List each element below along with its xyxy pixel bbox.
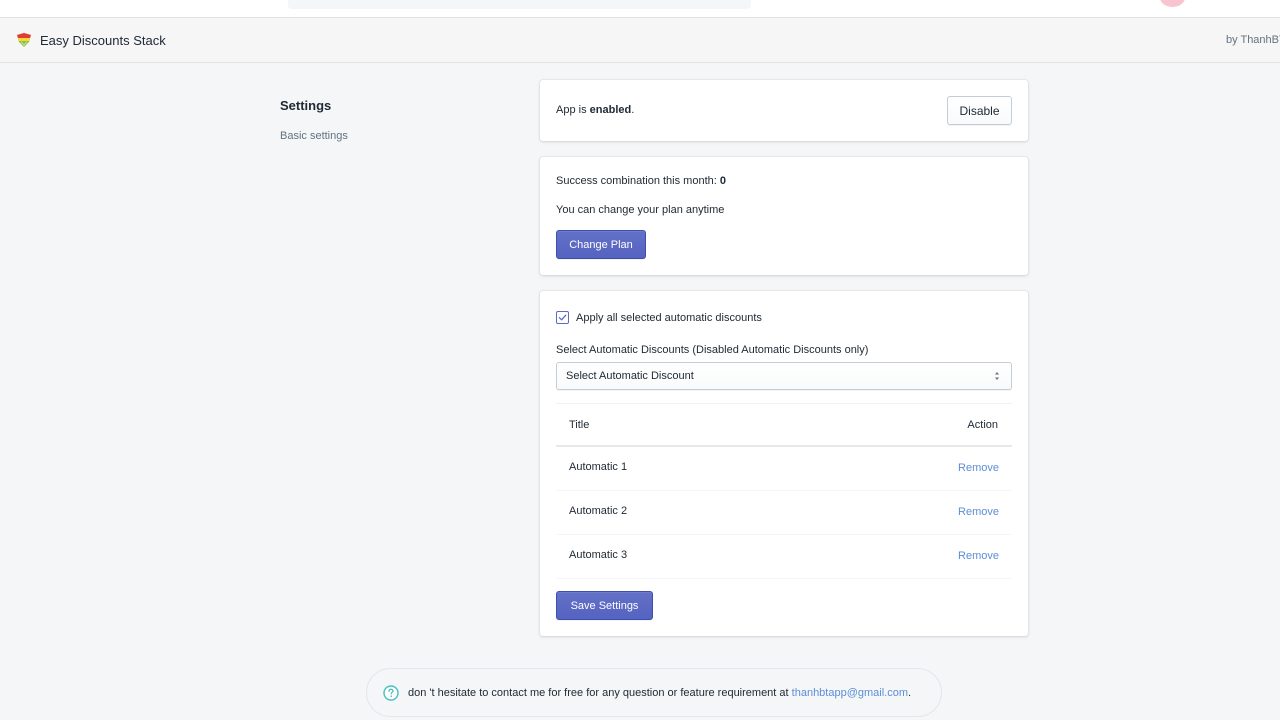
app-logo-icon	[17, 33, 31, 47]
discount-select[interactable]: Select Automatic Discount	[556, 362, 1012, 390]
app-byline: by ThanhBT	[1226, 34, 1280, 46]
remove-link[interactable]: Remove	[958, 462, 999, 474]
discounts-card: Apply all selected automatic discounts S…	[540, 291, 1028, 636]
apply-all-checkbox[interactable]	[556, 311, 569, 324]
status-prefix: App is	[556, 104, 590, 116]
remove-link[interactable]: Remove	[958, 550, 999, 562]
discount-select-label: Select Automatic Discounts (Disabled Aut…	[556, 344, 869, 356]
question-circle-icon	[383, 685, 399, 701]
app-status-text: App is enabled.	[556, 104, 634, 116]
table-row: Automatic 2 Remove	[556, 491, 1012, 535]
select-arrows-icon	[995, 372, 999, 380]
settings-section-description: Basic settings	[280, 130, 348, 142]
remove-link[interactable]: Remove	[958, 506, 999, 518]
help-message: don 't hesitate to contact me for free f…	[408, 687, 792, 699]
plan-note: You can change your plan anytime	[556, 204, 725, 216]
status-suffix: .	[631, 104, 635, 116]
discount-select-value: Select Automatic Discount	[566, 370, 694, 382]
admin-search-bar[interactable]	[288, 0, 751, 9]
app-status-card: App is enabled. Disable	[540, 80, 1028, 141]
admin-top-bar	[0, 0, 1280, 18]
usage-label: Success combination this month:	[556, 175, 720, 187]
discount-title: Automatic 3	[569, 549, 628, 561]
disable-button[interactable]: Disable	[947, 96, 1012, 125]
save-settings-button[interactable]: Save Settings	[556, 591, 653, 620]
app-title: Easy Discounts Stack	[40, 33, 166, 48]
contact-email-link[interactable]: thanhbtapp@gmail.com	[792, 687, 908, 699]
help-suffix: .	[908, 687, 912, 699]
table-row: Automatic 3 Remove	[556, 535, 1012, 579]
discount-title: Automatic 1	[569, 461, 628, 473]
table-row: Automatic 1 Remove	[556, 447, 1012, 491]
help-footer: don 't hesitate to contact me for free f…	[366, 668, 942, 717]
settings-section-title: Settings	[280, 98, 332, 113]
checkmark-icon	[558, 314, 567, 321]
user-avatar[interactable]	[1160, 0, 1185, 7]
change-plan-button[interactable]: Change Plan	[556, 230, 646, 259]
help-text: don 't hesitate to contact me for free f…	[408, 687, 911, 699]
column-header-action: Action	[967, 419, 998, 431]
usage-text: Success combination this month: 0	[556, 175, 726, 187]
discounts-table: Title Action Automatic 1 Remove Automati…	[556, 403, 1012, 579]
table-header: Title Action	[556, 404, 1012, 447]
column-header-title: Title	[569, 419, 590, 431]
apply-all-label: Apply all selected automatic discounts	[576, 311, 762, 324]
app-header: Easy Discounts Stack by ThanhBT	[0, 19, 1280, 63]
status-state: enabled	[589, 104, 632, 116]
usage-count: 0	[719, 175, 726, 187]
discount-title: Automatic 2	[569, 505, 628, 517]
apply-all-checkbox-row[interactable]: Apply all selected automatic discounts	[556, 311, 762, 324]
plan-card: Success combination this month: 0 You ca…	[540, 157, 1028, 275]
